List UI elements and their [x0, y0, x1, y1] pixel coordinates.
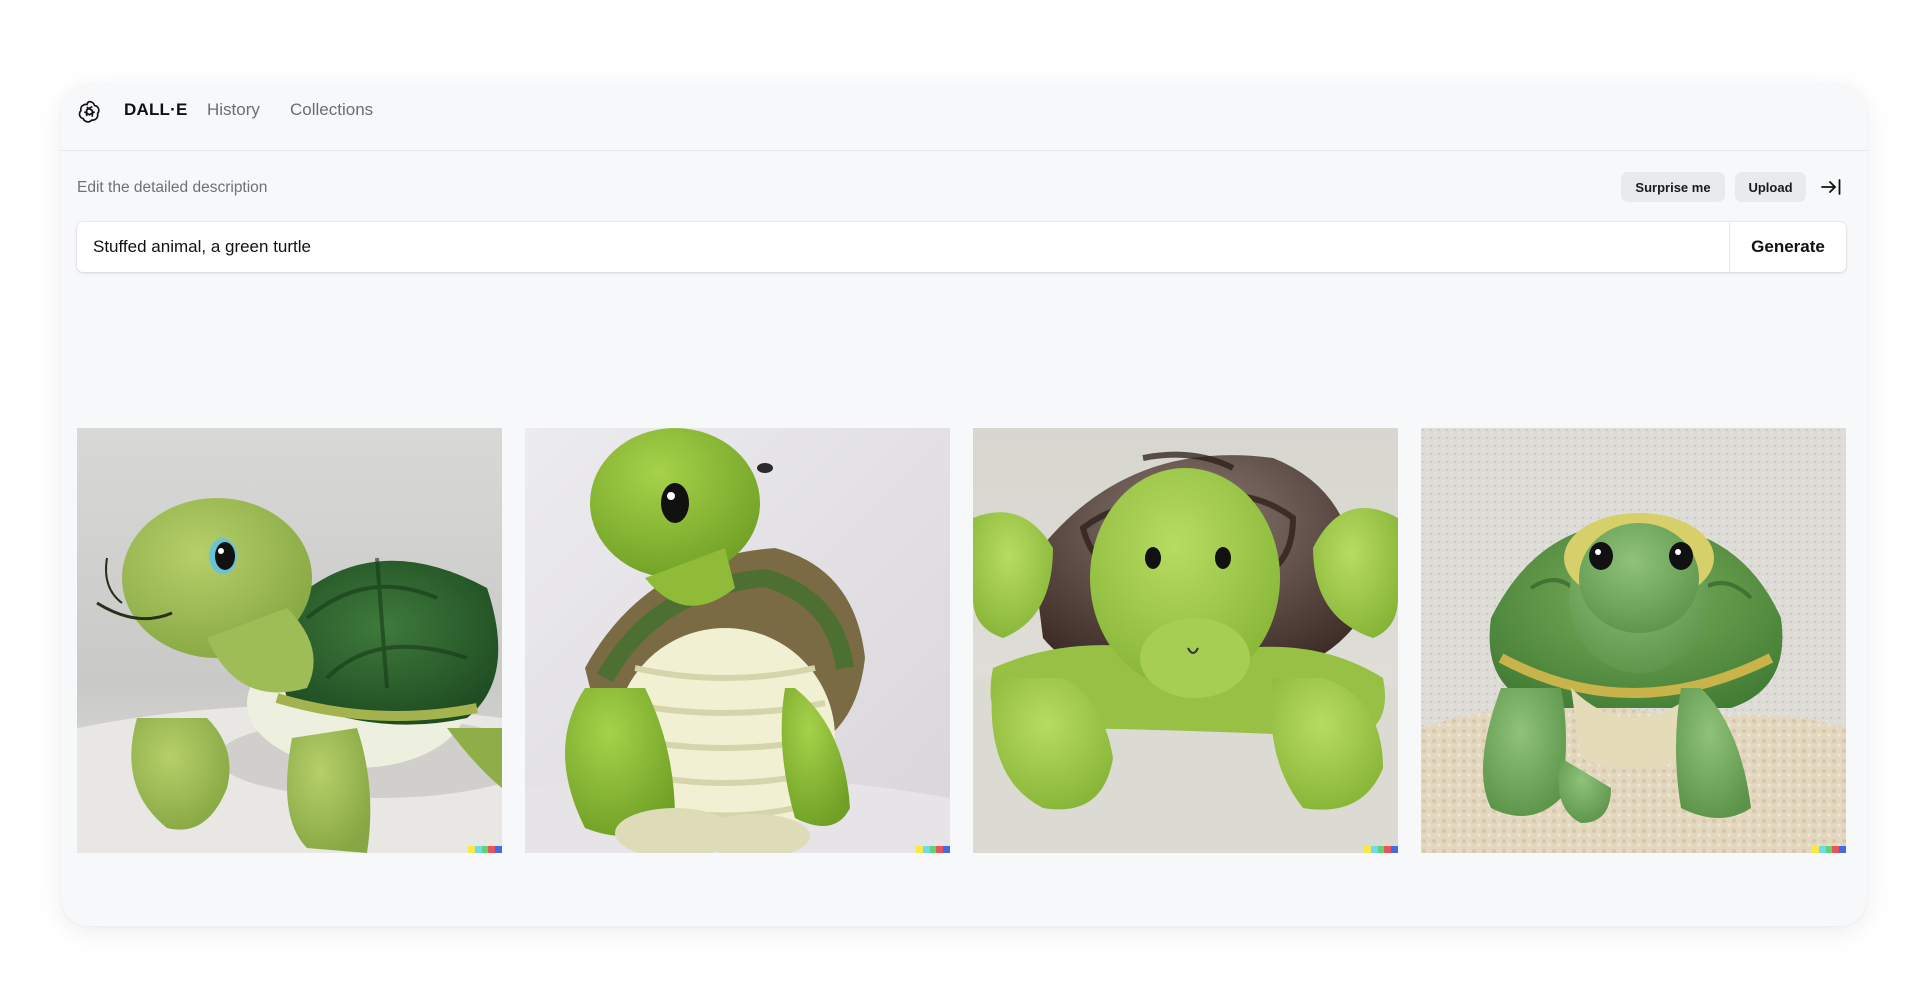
dalle-signature [916, 846, 950, 853]
dalle-signature [468, 846, 502, 853]
collapse-panel-icon[interactable] [1820, 177, 1842, 197]
nav-collections[interactable]: Collections [290, 100, 373, 120]
prompt-bar: Generate [77, 222, 1846, 272]
openai-logo-icon[interactable] [76, 98, 103, 125]
nav-brand-dalle[interactable]: DALL·E [124, 100, 188, 120]
surprise-me-button[interactable]: Surprise me [1621, 172, 1725, 202]
turtle-plush-sitting-image [525, 428, 950, 853]
turtle-plush-rug-image [1421, 428, 1846, 853]
dalle-signature [1812, 846, 1846, 853]
turtle-plush-front-image [973, 428, 1398, 853]
image-gallery [77, 428, 1846, 853]
generated-image-4[interactable] [1421, 428, 1846, 853]
generate-button[interactable]: Generate [1730, 222, 1846, 272]
app-window: DALL·E History Collections Edit the deta… [61, 84, 1867, 926]
generated-image-1[interactable] [77, 428, 502, 853]
upload-button[interactable]: Upload [1735, 172, 1806, 202]
dalle-signature [1364, 846, 1398, 853]
turtle-plush-side-image [77, 428, 502, 853]
prompt-input[interactable] [77, 222, 1727, 272]
nav-history[interactable]: History [207, 100, 260, 120]
prompt-label: Edit the detailed description [77, 179, 268, 196]
top-nav-bar: DALL·E History Collections [61, 84, 1867, 151]
generated-image-2[interactable] [525, 428, 950, 853]
generated-image-3[interactable] [973, 428, 1398, 853]
